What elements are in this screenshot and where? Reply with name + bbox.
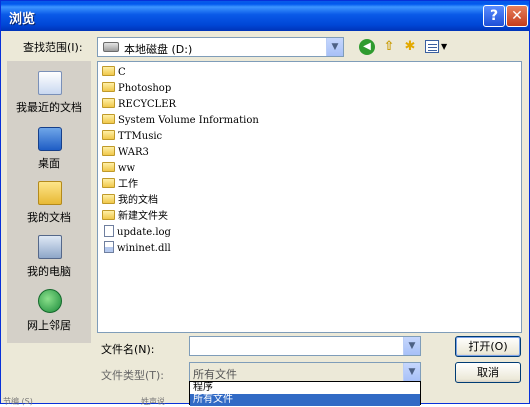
file-name: 工作 bbox=[118, 179, 138, 190]
place-label: 网上邻居 bbox=[27, 319, 71, 332]
place-network[interactable]: 网上邻居 bbox=[7, 283, 91, 335]
lookin-label: 查找范围(I): bbox=[23, 41, 83, 54]
folder-icon bbox=[102, 82, 115, 92]
close-button[interactable]: ✕ bbox=[506, 5, 528, 27]
list-item[interactable]: RECYCLER bbox=[102, 97, 176, 113]
drive-icon bbox=[103, 42, 119, 52]
close-icon: ✕ bbox=[511, 8, 523, 24]
place-my-documents[interactable]: 我的文档 bbox=[7, 175, 91, 227]
help-icon: ? bbox=[489, 8, 499, 24]
folder-icon bbox=[102, 66, 115, 76]
list-item[interactable]: ww bbox=[102, 161, 135, 177]
filename-input[interactable]: ▼ bbox=[189, 336, 421, 356]
help-button[interactable]: ? bbox=[483, 5, 505, 27]
list-item[interactable]: Photoshop bbox=[102, 81, 171, 97]
list-item[interactable]: 新建文件夹 bbox=[102, 209, 168, 225]
place-label: 桌面 bbox=[38, 157, 60, 170]
place-label: 我的文档 bbox=[27, 211, 71, 224]
my-documents-icon bbox=[38, 181, 62, 205]
lookin-value: 本地磁盘 (D:) bbox=[124, 43, 193, 56]
background-text: 姓声说 bbox=[141, 397, 165, 406]
folder-icon bbox=[102, 146, 115, 156]
desktop-icon bbox=[38, 127, 62, 151]
file-name: Photoshop bbox=[118, 83, 172, 94]
file-name: C bbox=[118, 67, 126, 78]
title-bar[interactable]: 浏览 ? ✕ bbox=[1, 1, 529, 31]
folder-icon bbox=[102, 114, 115, 124]
document-icon bbox=[104, 225, 114, 237]
folder-icon bbox=[102, 130, 115, 140]
places-bar: 我最近的文档 桌面 我的文档 我的电脑 网上邻居 bbox=[7, 61, 91, 343]
file-name: update.log bbox=[117, 227, 171, 238]
list-item[interactable]: wininet.dll bbox=[102, 241, 171, 257]
filename-label: 文件名(N): bbox=[101, 343, 155, 356]
window-title: 浏览 bbox=[9, 12, 36, 27]
place-recent-documents[interactable]: 我最近的文档 bbox=[7, 65, 91, 117]
lookin-dropdown[interactable]: 本地磁盘 (D:) ▼ bbox=[97, 37, 344, 57]
list-item[interactable]: WAR3 bbox=[102, 145, 149, 161]
list-item[interactable]: update.log bbox=[102, 225, 171, 241]
list-item[interactable]: 工作 bbox=[102, 177, 138, 193]
dll-file-icon bbox=[104, 241, 114, 253]
filetype-option[interactable]: 程序 bbox=[190, 382, 420, 394]
place-label: 我最近的文档 bbox=[16, 101, 82, 114]
recent-documents-icon bbox=[38, 71, 62, 95]
list-item[interactable]: System Volume Information bbox=[102, 113, 259, 129]
list-item[interactable]: 我的文档 bbox=[102, 193, 158, 209]
file-name: System Volume Information bbox=[118, 115, 259, 126]
network-places-icon bbox=[38, 289, 62, 313]
file-list[interactable]: C Photoshop RECYCLER System Volume Infor… bbox=[97, 61, 522, 333]
cancel-button[interactable]: 取消 bbox=[455, 362, 521, 383]
view-menu-chevron-icon[interactable]: ▼ bbox=[441, 42, 447, 51]
place-my-computer[interactable]: 我的电脑 bbox=[7, 229, 91, 281]
file-name: TTMusic bbox=[118, 131, 163, 142]
file-name: RECYCLER bbox=[118, 99, 177, 110]
folder-icon bbox=[102, 178, 115, 188]
place-label: 我的电脑 bbox=[27, 265, 71, 278]
browse-dialog: 浏览 ? ✕ 查找范围(I): 本地磁盘 (D:) ▼ ◀ ⇧ ✱ ▼ 我最近的… bbox=[0, 0, 530, 406]
chevron-down-icon[interactable]: ▼ bbox=[403, 337, 420, 355]
folder-icon bbox=[102, 194, 115, 204]
chevron-down-icon[interactable]: ▼ bbox=[403, 363, 420, 381]
my-computer-icon bbox=[38, 235, 62, 259]
list-item[interactable]: TTMusic bbox=[102, 129, 162, 145]
file-name: 我的文档 bbox=[118, 195, 158, 206]
file-name: 新建文件夹 bbox=[118, 211, 168, 222]
view-menu-icon[interactable] bbox=[425, 40, 439, 53]
list-item[interactable]: C bbox=[102, 65, 126, 81]
open-button[interactable]: 打开(O) bbox=[455, 336, 521, 357]
back-icon[interactable]: ◀ bbox=[359, 39, 375, 55]
folder-icon bbox=[102, 98, 115, 108]
filetype-label: 文件类型(T): bbox=[101, 369, 165, 382]
place-desktop[interactable]: 桌面 bbox=[7, 121, 91, 173]
up-folder-icon[interactable]: ⇧ bbox=[381, 39, 397, 55]
background-text: 节编 (S) bbox=[3, 397, 33, 406]
file-name: WAR3 bbox=[118, 147, 149, 158]
filetype-dropdown[interactable]: 所有文件 ▼ bbox=[189, 362, 421, 382]
file-name: ww bbox=[118, 163, 136, 174]
folder-icon bbox=[102, 162, 115, 172]
file-name: wininet.dll bbox=[117, 243, 171, 254]
filetype-value: 所有文件 bbox=[193, 368, 237, 381]
folder-icon bbox=[102, 210, 115, 220]
chevron-down-icon[interactable]: ▼ bbox=[326, 38, 343, 56]
new-folder-icon[interactable]: ✱ bbox=[402, 39, 418, 55]
